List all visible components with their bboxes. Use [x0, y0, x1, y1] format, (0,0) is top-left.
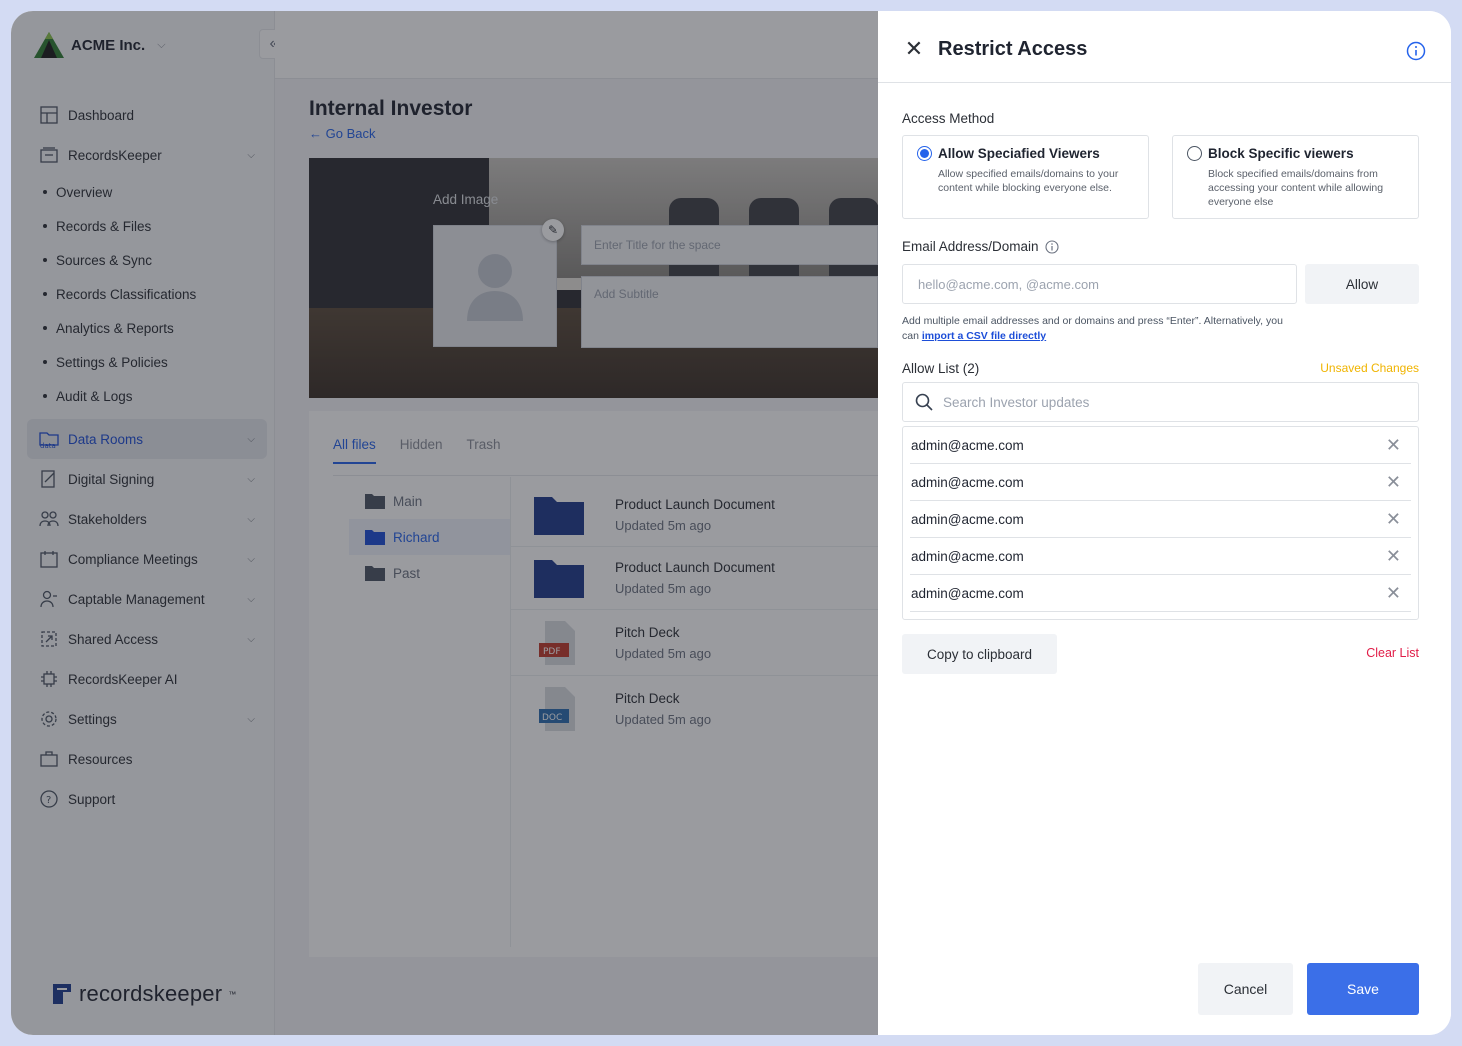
close-icon: ✕ [904, 36, 924, 61]
access-method-label: Access Method [902, 111, 995, 126]
copy-to-clipboard-button[interactable]: Copy to clipboard [902, 634, 1057, 674]
remove-icon[interactable]: ✕ [1386, 473, 1401, 491]
email-hint: Add multiple email addresses and or doma… [902, 314, 1302, 344]
allow-list-email: admin@acme.com [911, 474, 1024, 490]
option-block-viewers[interactable]: Block Specific viewers Block specified e… [1172, 135, 1419, 219]
search-placeholder: Search Investor updates [943, 394, 1090, 410]
option-title: Block Specific viewers [1208, 146, 1354, 161]
allow-list-item: admin@acme.com ✕ [910, 427, 1411, 464]
drawer-header: ✕ Restrict Access [878, 11, 1451, 83]
email-domain-input[interactable]: hello@acme.com, @acme.com [902, 264, 1297, 304]
info-icon[interactable] [1406, 41, 1426, 61]
close-button[interactable]: ✕ [902, 37, 926, 61]
option-description: Allow specified emails/domains to your c… [938, 168, 1119, 194]
radio-unselected[interactable] [1187, 146, 1202, 161]
email-domain-label-text: Email Address/Domain [902, 239, 1039, 254]
allow-list-email: admin@acme.com [911, 511, 1024, 527]
clear-list-link[interactable]: Clear List [1338, 646, 1419, 660]
allow-list-search[interactable]: Search Investor updates [902, 382, 1419, 422]
allow-list-email: admin@acme.com [911, 548, 1024, 564]
option-title: Allow Speciafied Viewers [938, 146, 1100, 161]
allow-list-email: admin@acme.com [911, 437, 1024, 453]
import-csv-link[interactable]: import a CSV file directly [922, 330, 1046, 342]
allow-list-item: admin@acme.com ✕ [910, 464, 1411, 501]
unsaved-changes-indicator: Unsaved Changes [1320, 361, 1419, 375]
remove-icon[interactable]: ✕ [1386, 584, 1401, 602]
allow-list-item: admin@acme.com ✕ [910, 575, 1411, 612]
allow-button[interactable]: Allow [1305, 264, 1419, 304]
option-description: Block specified emails/domains from acce… [1208, 168, 1384, 208]
modal-backdrop[interactable] [11, 11, 878, 1035]
option-allow-viewers[interactable]: Allow Speciafied Viewers Allow specified… [902, 135, 1149, 219]
search-icon [915, 393, 933, 411]
info-icon[interactable] [1045, 239, 1059, 254]
allow-list-label: Allow List (2) [902, 361, 980, 376]
allow-list-item: admin@acme.com ✕ [910, 501, 1411, 538]
allow-list-item: admin@acme.com ✕ [910, 538, 1411, 575]
cancel-button[interactable]: Cancel [1198, 963, 1293, 1015]
allow-list: admin@acme.com ✕ admin@acme.com ✕ admin@ac… [902, 426, 1419, 620]
remove-icon[interactable]: ✕ [1386, 436, 1401, 454]
remove-icon[interactable]: ✕ [1386, 510, 1401, 528]
drawer-title: Restrict Access [938, 38, 1088, 60]
app-window: ACME Inc. ⌵ Dashboard RecordsKeeper ⌵ Ov… [11, 11, 1451, 1035]
radio-selected[interactable] [917, 146, 932, 161]
restrict-access-drawer: ✕ Restrict Access Access Method Allow Sp… [878, 11, 1451, 1035]
email-domain-label: Email Address/Domain [902, 239, 1059, 254]
remove-icon[interactable]: ✕ [1386, 547, 1401, 565]
save-button[interactable]: Save [1307, 963, 1419, 1015]
allow-list-email: admin@acme.com [911, 585, 1024, 601]
